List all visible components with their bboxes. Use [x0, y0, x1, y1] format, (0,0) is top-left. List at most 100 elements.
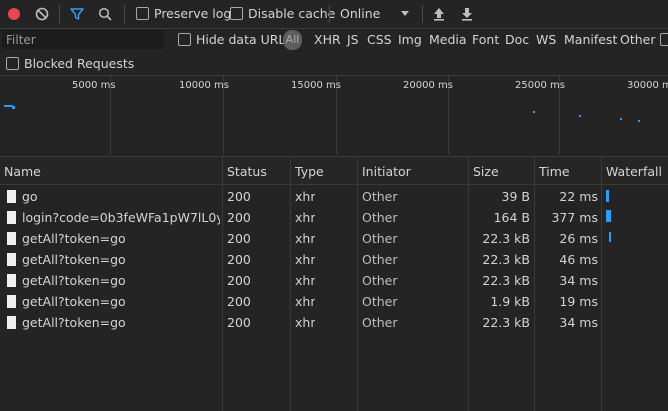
request-type: xhr — [295, 210, 316, 225]
document-icon — [7, 211, 16, 224]
request-initiator: Other — [362, 189, 398, 204]
request-size: 22.3 kB — [482, 252, 530, 267]
clear-icon — [35, 7, 49, 21]
column-header-name[interactable]: Name — [4, 164, 41, 179]
request-type: xhr — [295, 231, 316, 246]
table-row[interactable]: go 200 xhr Other 39 B 22 ms — [0, 186, 600, 207]
type-filter-css[interactable]: CSS — [367, 31, 392, 49]
record-button[interactable] — [3, 3, 25, 25]
request-initiator: Other — [362, 315, 398, 330]
type-filter-img[interactable]: Img — [398, 31, 422, 49]
type-filter-ws[interactable]: WS — [536, 31, 556, 49]
disable-cache-checkbox[interactable] — [230, 7, 243, 20]
overview-request-bar — [638, 120, 640, 122]
hide-data-urls-checkbox[interactable] — [178, 33, 191, 46]
overview-tick-label: 15000 ms — [291, 80, 341, 91]
upload-icon — [434, 8, 444, 21]
request-status: 200 — [227, 294, 251, 309]
request-size: 22.3 kB — [482, 273, 530, 288]
document-icon — [7, 295, 16, 308]
clear-button[interactable] — [31, 3, 53, 25]
request-initiator: Other — [362, 273, 398, 288]
type-filter-media[interactable]: Media — [429, 31, 467, 49]
search-button[interactable] — [94, 3, 116, 25]
column-header-waterfall[interactable]: Waterfall — [606, 164, 662, 179]
toolbar-divider — [422, 5, 423, 23]
preserve-log-checkbox[interactable] — [136, 7, 149, 20]
hide-data-urls-label: Hide data URLs — [196, 32, 292, 47]
column-header-initiator[interactable]: Initiator — [362, 164, 411, 179]
toolbar-divider — [59, 5, 60, 23]
type-filter-manifest[interactable]: Manifest — [564, 31, 617, 49]
request-initiator: Other — [362, 210, 398, 225]
table-row[interactable]: getAll?token=go 200 xhr Other 1.9 kB 19 … — [0, 291, 600, 312]
table-row[interactable]: getAll?token=go 200 xhr Other 22.3 kB 26… — [0, 228, 600, 249]
throttling-select[interactable]: Online — [336, 3, 416, 25]
disable-cache-label: Disable cache — [248, 6, 336, 21]
blocked-requests-checkbox[interactable] — [6, 57, 19, 70]
request-status: 200 — [227, 315, 251, 330]
table-row[interactable]: getAll?token=go 200 xhr Other 22.3 kB 34… — [0, 312, 600, 333]
column-header-type[interactable]: Type — [295, 164, 324, 179]
more-filters-checkbox[interactable] — [660, 33, 668, 46]
document-icon — [7, 274, 16, 287]
request-time: 377 ms — [551, 210, 598, 225]
request-time: 26 ms — [559, 231, 598, 246]
document-icon — [7, 190, 16, 203]
request-initiator: Other — [362, 252, 398, 267]
table-row[interactable]: getAll?token=go 200 xhr Other 22.3 kB 34… — [0, 270, 600, 291]
request-status: 200 — [227, 210, 251, 225]
download-icon — [462, 8, 472, 21]
import-har-button[interactable] — [428, 3, 450, 25]
waterfall-bar — [606, 190, 609, 202]
toolbar-divider — [124, 5, 125, 23]
request-size: 39 B — [501, 189, 530, 204]
request-time: 46 ms — [559, 252, 598, 267]
chevron-down-icon — [401, 11, 409, 16]
blocked-requests-label: Blocked Requests — [24, 56, 135, 71]
filter-input[interactable] — [2, 30, 164, 49]
type-filter-all[interactable]: All — [283, 30, 302, 50]
request-status: 200 — [227, 252, 251, 267]
filter-toggle-button[interactable] — [66, 3, 88, 25]
overview-tick-label: 30000 ms — [627, 80, 668, 91]
request-name: login?code=0b3feWFa1pW7lL0yhh... — [22, 210, 220, 225]
request-type: xhr — [295, 252, 316, 267]
request-name: getAll?token=go — [22, 294, 126, 309]
type-filter-doc[interactable]: Doc — [505, 31, 529, 49]
overview-request-bar — [533, 111, 535, 113]
column-header-size[interactable]: Size — [473, 164, 499, 179]
request-time: 34 ms — [559, 273, 598, 288]
toolbar-divider — [329, 5, 330, 23]
type-filter-other[interactable]: Other — [620, 31, 656, 49]
request-time: 34 ms — [559, 315, 598, 330]
column-divider — [601, 157, 602, 411]
document-icon — [7, 253, 16, 266]
overview-tick-label: 10000 ms — [179, 80, 229, 91]
request-status: 200 — [227, 273, 251, 288]
request-size: 1.9 kB — [490, 294, 530, 309]
overview-tick-label: 25000 ms — [515, 80, 565, 91]
type-filter-font[interactable]: Font — [472, 31, 499, 49]
request-time: 22 ms — [559, 189, 598, 204]
throttling-value: Online — [340, 6, 381, 21]
column-header-time[interactable]: Time — [539, 164, 570, 179]
request-status: 200 — [227, 231, 251, 246]
table-row[interactable]: getAll?token=go 200 xhr Other 22.3 kB 46… — [0, 249, 600, 270]
overview-request-bar — [12, 106, 15, 109]
request-name: getAll?token=go — [22, 315, 126, 330]
overview-tick-label: 20000 ms — [403, 80, 453, 91]
request-type: xhr — [295, 315, 316, 330]
export-har-button[interactable] — [456, 3, 478, 25]
request-type: xhr — [295, 189, 316, 204]
type-filter-xhr[interactable]: XHR — [314, 31, 341, 49]
record-icon — [8, 8, 20, 20]
column-header-status[interactable]: Status — [227, 164, 267, 179]
document-icon — [7, 232, 16, 245]
overview-request-bar — [620, 118, 622, 120]
overview-request-bar — [579, 115, 581, 117]
request-size: 164 B — [493, 210, 530, 225]
table-row[interactable]: login?code=0b3feWFa1pW7lL0yhh... 200 xhr… — [0, 207, 600, 228]
type-filter-js[interactable]: JS — [347, 31, 359, 49]
search-icon — [98, 7, 112, 21]
